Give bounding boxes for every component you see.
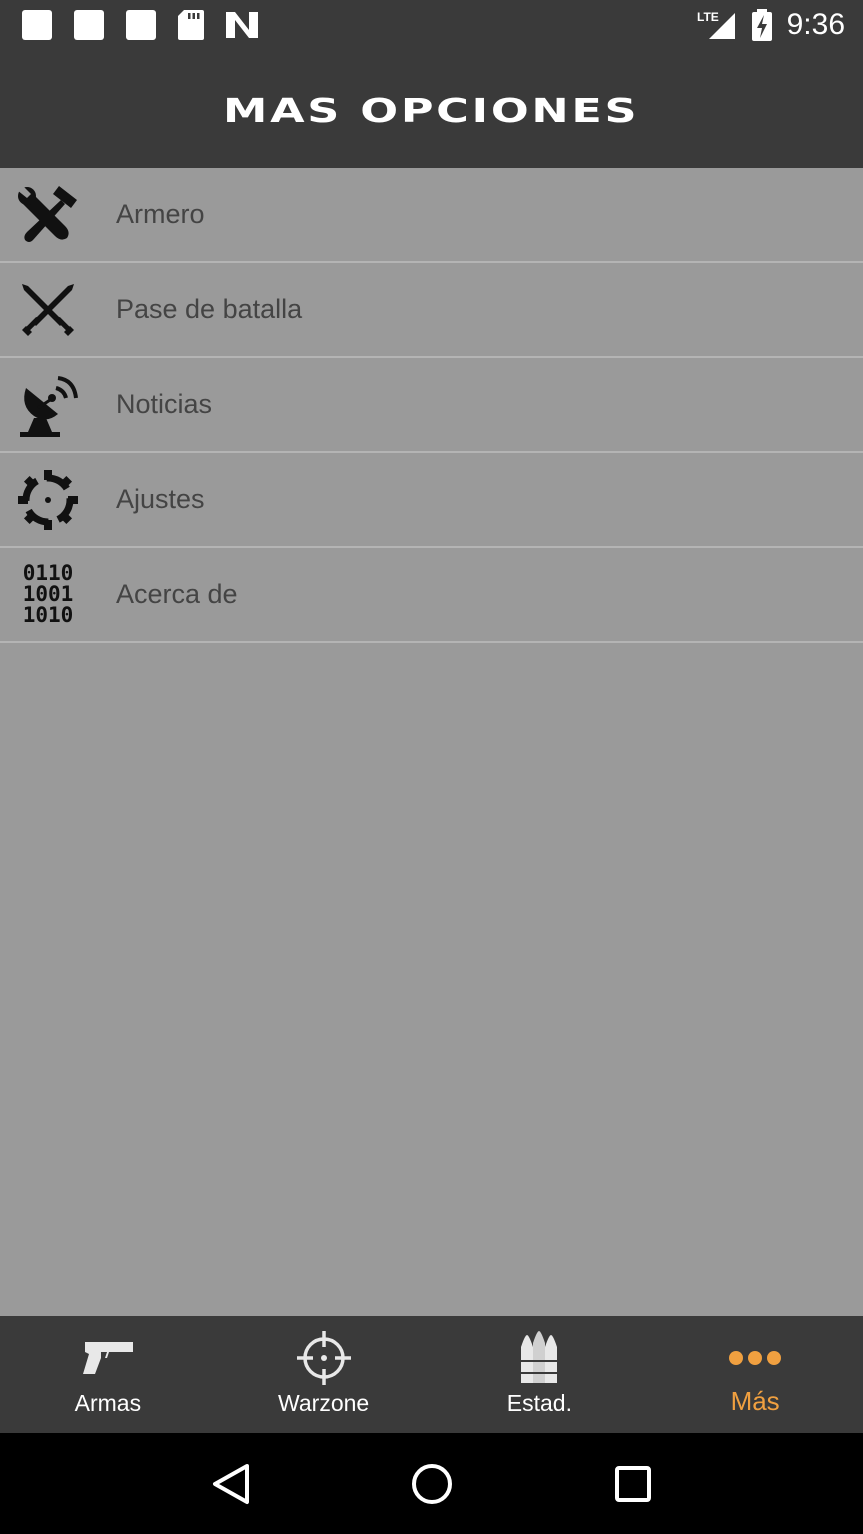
menu-item-label: Armero xyxy=(116,199,205,229)
nav-label: Estad. xyxy=(506,1390,572,1416)
menu-item-noticias[interactable]: Noticias xyxy=(0,358,863,453)
lte-signal-icon: LTE xyxy=(697,10,735,39)
binary-line: 1001 xyxy=(22,582,74,606)
more-dots-icon xyxy=(728,1330,782,1386)
n-logo-icon xyxy=(226,12,258,38)
nav-label: Warzone xyxy=(278,1390,370,1416)
options-list: Armero Pase de batalla Noticias Ajustes … xyxy=(0,168,863,643)
menu-item-label: Acerca de xyxy=(116,579,238,609)
system-navigation xyxy=(0,1433,863,1534)
notification-icon xyxy=(74,10,104,40)
battery-charging-icon xyxy=(751,9,772,41)
recents-square-icon xyxy=(614,1465,651,1502)
menu-item-label: Noticias xyxy=(116,389,213,419)
network-type: LTE xyxy=(697,10,719,24)
binary-line: 0110 xyxy=(22,561,74,585)
clock: 9:36 xyxy=(786,8,845,41)
home-button[interactable] xyxy=(402,1454,462,1514)
bottom-navigation: Armas Warzone Estad. Más xyxy=(0,1316,863,1433)
nav-item-warzone[interactable]: Warzone xyxy=(216,1316,432,1433)
crossed-swords-icon xyxy=(8,275,88,345)
menu-item-acerca-de[interactable]: 0110 1001 1010 Acerca de xyxy=(0,548,863,643)
binary-line: 1010 xyxy=(22,603,74,627)
menu-item-label: Pase de batalla xyxy=(116,294,303,324)
nav-label: Más xyxy=(730,1386,780,1416)
menu-item-armero[interactable]: Armero xyxy=(0,168,863,263)
bullets-icon xyxy=(519,1330,559,1386)
menu-item-pase-de-batalla[interactable]: Pase de batalla xyxy=(0,263,863,358)
notification-icon xyxy=(126,10,156,40)
notification-icon xyxy=(22,10,52,40)
menu-item-label: Ajustes xyxy=(116,484,205,514)
page-title: MAS OPCIONES xyxy=(223,90,640,130)
nav-item-mas[interactable]: Más xyxy=(647,1316,863,1433)
back-triangle-icon xyxy=(212,1463,249,1504)
gear-icon xyxy=(8,465,88,535)
nav-item-estad[interactable]: Estad. xyxy=(432,1316,648,1433)
satellite-dish-icon xyxy=(8,370,88,440)
nav-label: Armas xyxy=(74,1390,142,1416)
system-status: LTE 9:36 xyxy=(697,8,845,42)
pistol-icon xyxy=(81,1330,135,1386)
menu-item-ajustes[interactable]: Ajustes xyxy=(0,453,863,548)
tools-icon xyxy=(8,180,88,250)
app-bar: MAS OPCIONES xyxy=(0,50,863,168)
sd-card-icon xyxy=(178,10,204,40)
nav-item-armas[interactable]: Armas xyxy=(0,1316,216,1433)
binary-code-icon: 0110 1001 1010 xyxy=(8,560,88,630)
recents-button[interactable] xyxy=(603,1454,663,1514)
home-circle-icon xyxy=(411,1463,452,1504)
crosshair-icon xyxy=(296,1330,351,1386)
status-bar: LTE 9:36 xyxy=(0,0,863,50)
back-button[interactable] xyxy=(201,1454,261,1514)
notification-icons xyxy=(22,10,258,40)
